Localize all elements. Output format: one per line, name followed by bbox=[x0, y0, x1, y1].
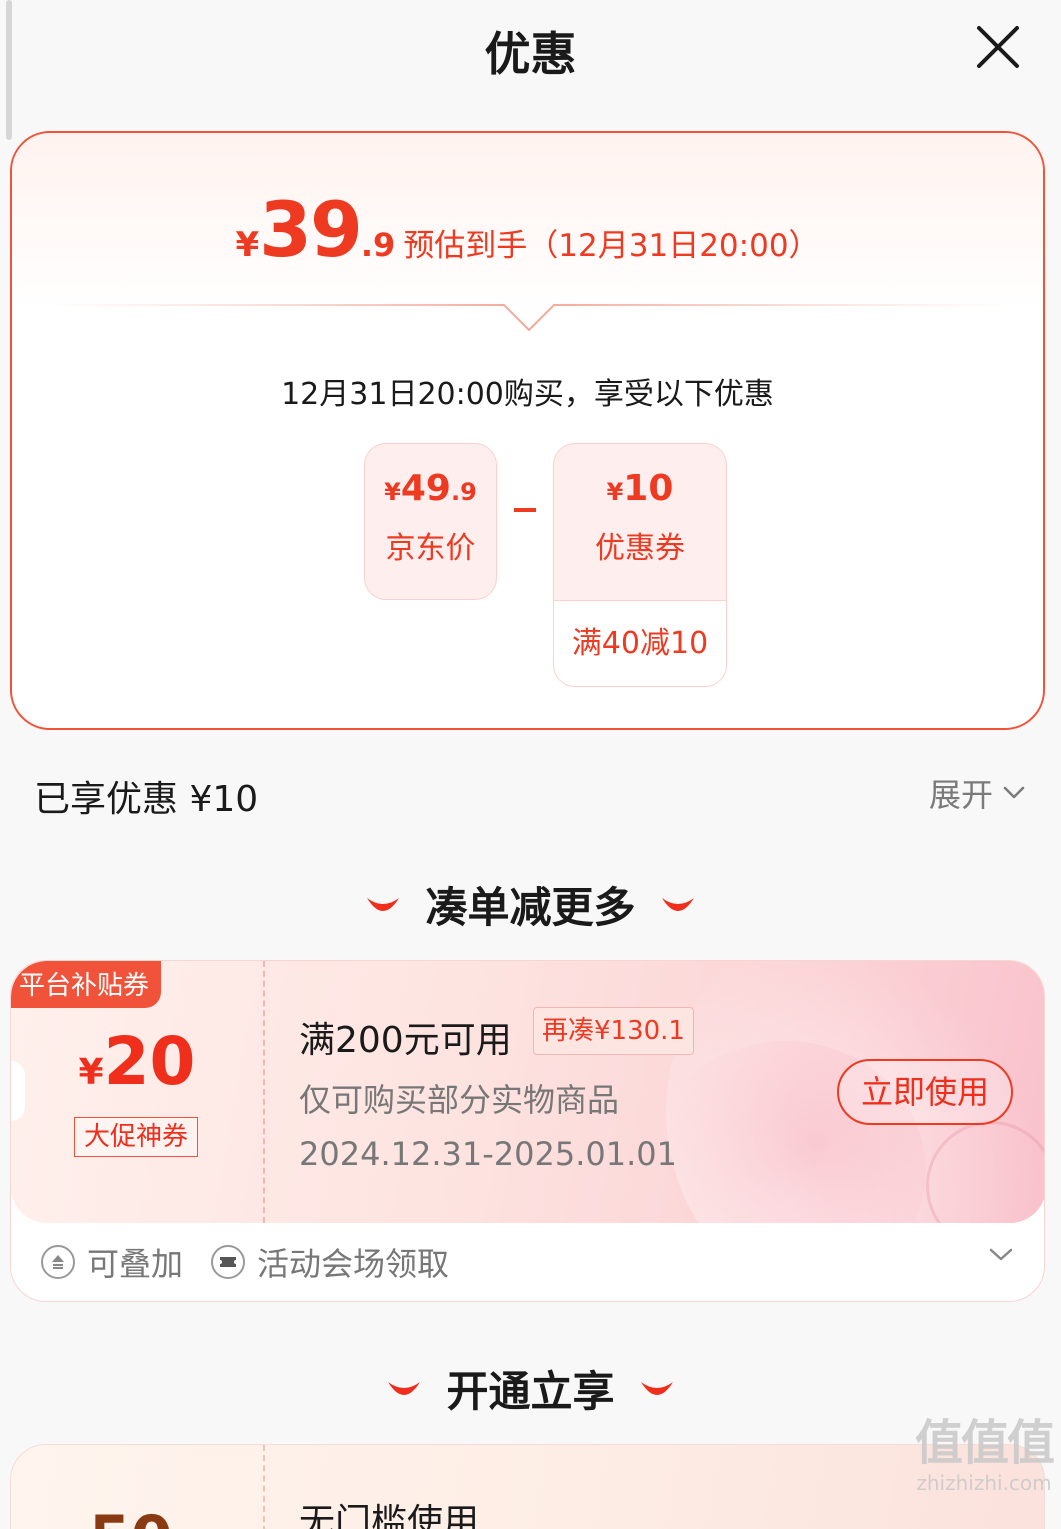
close-icon[interactable] bbox=[973, 22, 1023, 72]
coupon-value: ¥20 bbox=[11, 1023, 263, 1100]
coupon-dash-divider bbox=[263, 1445, 265, 1529]
jd-price-amount: ¥49.9 bbox=[365, 468, 496, 509]
use-now-button[interactable]: 立即使用 bbox=[837, 1059, 1013, 1125]
currency-symbol: ¥ bbox=[235, 225, 260, 265]
coupon-date: 2024.12.31-2025.01.01 bbox=[299, 1135, 677, 1173]
coupon-amount: 20 bbox=[103, 1023, 196, 1100]
coupon-body: 平台补贴券 ¥20 大促神券 满200元可用 再凑¥130.1 仅可购买部分实物… bbox=[11, 961, 1044, 1223]
stackable-label: 可叠加 bbox=[87, 1245, 184, 1283]
coupon-condition: 满200元可用 bbox=[299, 1020, 512, 1061]
stackable-info: 可叠加 bbox=[41, 1239, 183, 1285]
coupon-label: 优惠券 bbox=[595, 531, 685, 566]
coupon-amount-value: 10 bbox=[623, 468, 674, 509]
source-label: 活动会场领取 bbox=[257, 1245, 450, 1283]
price-summary-card: ¥39.9 预估到手（12月31日20:00） 12月31日20:00购买，享受以… bbox=[10, 131, 1045, 730]
divider-arrow bbox=[42, 304, 1017, 332]
coupon-description: 仅可购买部分实物商品 bbox=[299, 1081, 620, 1119]
buy-note: 12月31日20:00购买，享受以下优惠 bbox=[281, 377, 774, 412]
section2-label: 开通立享 bbox=[446, 1367, 615, 1416]
coupon-more-needed: 再凑¥130.1 bbox=[533, 1007, 694, 1055]
smile-icon bbox=[640, 1381, 673, 1395]
jd-price-int: 49 bbox=[400, 468, 451, 509]
expand-label: 展开 bbox=[928, 776, 993, 814]
coupon-currency: ¥ bbox=[78, 1052, 104, 1093]
estimated-price: ¥39.9 预估到手（12月31日20:00） bbox=[12, 185, 1043, 274]
coupon-condition: 无门槛使用 bbox=[299, 1502, 480, 1529]
coupon-amount: ¥10 bbox=[554, 468, 726, 509]
header: 优惠 bbox=[0, 0, 1061, 100]
section1-label: 凑单减更多 bbox=[425, 883, 636, 932]
jd-price-label: 京东价 bbox=[385, 531, 476, 566]
chevron-down-icon[interactable] bbox=[988, 1247, 1014, 1263]
expand-button[interactable]: 展开 bbox=[929, 770, 1025, 816]
smile-icon bbox=[388, 1381, 421, 1395]
coupon-card: 平台补贴券 ¥20 大促神券 满200元可用 再凑¥130.1 仅可购买部分实物… bbox=[10, 960, 1045, 1302]
price-label: 预估到手（12月31日20:00） bbox=[403, 228, 820, 264]
minus-sign bbox=[514, 508, 536, 512]
chevron-down-icon bbox=[1003, 786, 1025, 799]
section-title-activate: 开通立享 bbox=[0, 1358, 1061, 1419]
source-info: 活动会场领取 bbox=[211, 1239, 449, 1285]
stack-icon bbox=[41, 1245, 75, 1279]
coupon-badge: 大促神券 bbox=[74, 1117, 198, 1157]
smile-icon bbox=[661, 897, 694, 911]
ticket-icon bbox=[211, 1245, 246, 1279]
coupon-rule: 满40减10 bbox=[554, 600, 726, 686]
smile-icon bbox=[367, 897, 400, 911]
page-title: 优惠 bbox=[484, 27, 577, 81]
coupon-amount: 50 bbox=[89, 1503, 173, 1529]
membership-coupon-card: 50 无门槛使用 bbox=[10, 1444, 1045, 1529]
coupon-chip: ¥10 优惠券 满40减10 bbox=[553, 443, 727, 687]
coupon-tag: 平台补贴券 bbox=[11, 961, 162, 1008]
jd-price-dec: .9 bbox=[450, 478, 477, 506]
coupon-currency: ¥ bbox=[606, 478, 624, 506]
price-decimal: .9 bbox=[360, 226, 396, 264]
watermark: 值值值 zhizhizhi.com bbox=[914, 1403, 1055, 1495]
enjoyed-discount: 已享优惠 ¥10 bbox=[34, 779, 259, 820]
price-integer: 39 bbox=[259, 185, 363, 274]
section-title-more-discount: 凑单减更多 bbox=[0, 874, 1061, 935]
jd-currency: ¥ bbox=[384, 478, 401, 506]
coupon-dash-divider bbox=[263, 961, 265, 1223]
watermark-logo: 值值值 bbox=[914, 1415, 1055, 1471]
jd-price-chip: ¥49.9 京东价 bbox=[364, 443, 497, 600]
coupon-footer: 可叠加 活动会场领取 bbox=[41, 1239, 1014, 1285]
watermark-url: zhizhizhi.com bbox=[916, 1471, 1052, 1495]
